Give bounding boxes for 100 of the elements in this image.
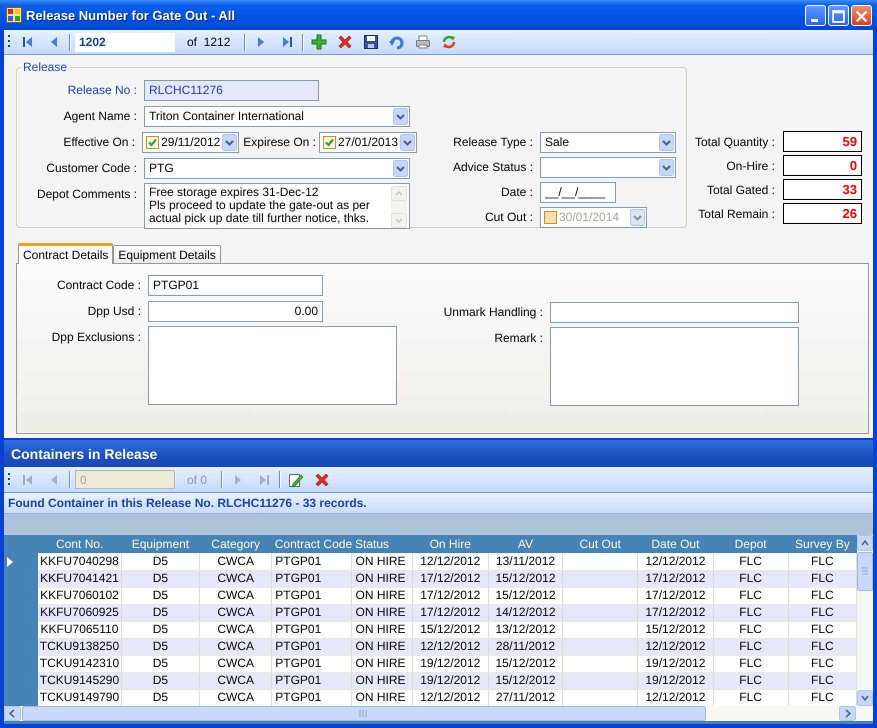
table-cell: FLC <box>811 639 834 653</box>
table-cell: PTGP01 <box>275 673 322 687</box>
combo-box[interactable]: PTG <box>144 158 410 178</box>
table-cell: 17/12/2012 <box>420 571 480 585</box>
plus-icon <box>311 34 328 50</box>
table-cell: FLC <box>811 690 834 704</box>
field-label: Depot Comments : <box>36 186 138 201</box>
total-label: Total Remain : <box>697 206 775 222</box>
number-field[interactable]: 0.00 <box>148 300 323 322</box>
text-field[interactable]: RLCHC11276 <box>144 80 319 100</box>
table-cell: PTGP01 <box>275 588 322 602</box>
minimize-icon <box>811 18 818 22</box>
table-cell: 15/12/2012 <box>495 588 556 602</box>
table-cell: ON HIRE <box>355 571 406 585</box>
app-icon <box>6 7 22 23</box>
table-cell: ON HIRE <box>355 605 406 619</box>
table-cell: CWCA <box>217 690 254 704</box>
table-cell: CWCA <box>217 639 254 653</box>
table-cell: KKFU7065110 <box>40 622 118 636</box>
table-cell: ON HIRE <box>355 639 406 653</box>
date-field[interactable]: __/__/____ <box>540 182 616 202</box>
close-button[interactable] <box>851 4 872 26</box>
table-cell: D5 <box>152 673 168 687</box>
table-cell: CWCA <box>217 571 254 585</box>
record-number-field[interactable]: 1202 <box>75 32 175 52</box>
table-cell: PTGP01 <box>275 571 322 585</box>
field-label: Date : <box>500 185 534 199</box>
table-cell: 12/12/2012 <box>645 554 706 568</box>
table-cell: 27/11/2012 <box>496 690 556 704</box>
record-count: of 0 <box>187 472 208 486</box>
table-cell: CWCA <box>217 673 254 687</box>
record-count: of 1212 <box>187 35 230 49</box>
table-cell: TCKU9142310 <box>40 656 120 670</box>
minimize-button[interactable] <box>805 4 826 26</box>
combo-box[interactable]: Triton Container International <box>144 106 410 126</box>
text-area[interactable] <box>148 326 397 405</box>
chevron-icon <box>659 158 674 176</box>
table-cell: 15/12/2012 <box>495 656 556 670</box>
pencil-paper-icon <box>288 472 304 488</box>
table-cell: FLC <box>739 673 762 687</box>
date-picker[interactable]: 29/11/2012 <box>142 132 240 152</box>
field-label: Dpp Exclusions : <box>50 329 142 344</box>
field-label: Release No : <box>66 83 138 97</box>
chevron-icon <box>393 160 408 176</box>
field-label: Cut Out : <box>484 210 534 224</box>
combo-box[interactable]: Sale <box>540 132 676 152</box>
table-cell: ON HIRE <box>355 554 406 568</box>
table-cell: FLC <box>811 656 834 670</box>
table-cell: CWCA <box>217 622 254 636</box>
table-cell: TCKU9149790 <box>40 690 120 704</box>
table-cell: 12/12/2012 <box>420 639 480 653</box>
total-value: 26 <box>783 203 862 224</box>
vertical-scrollbar[interactable] <box>857 535 873 706</box>
table-cell: PTGP01 <box>275 656 322 670</box>
table-cell: FLC <box>739 656 762 670</box>
date-picker[interactable]: 27/01/2013 <box>319 132 417 152</box>
field-label: Expirese On : <box>242 135 317 149</box>
text-field[interactable] <box>550 302 799 322</box>
text-area[interactable] <box>550 327 799 406</box>
table-cell: FLC <box>811 554 834 568</box>
tab[interactable]: Contract Details <box>18 243 114 264</box>
table-cell: CWCA <box>217 588 254 602</box>
total-label: On-Hire : <box>725 158 775 174</box>
window-title: Release Number for Gate Out - All <box>26 8 236 22</box>
chevron-icon <box>393 108 408 124</box>
text-field[interactable]: PTGP01 <box>148 274 323 296</box>
table-cell: 15/12/2012 <box>495 673 556 687</box>
horizontal-scrollbar[interactable] <box>4 706 873 721</box>
field-label: Release Type : <box>452 135 534 149</box>
checkbox[interactable] <box>146 136 160 148</box>
skip-forward-icon <box>280 35 294 49</box>
table-cell: CWCA <box>217 656 254 670</box>
table-cell: 12/12/2012 <box>420 690 480 704</box>
text-area[interactable]: Free storage expires 31-Dec-12 Pls proceed to update the gate-out as per actual pick up date till further notice, thks. <box>144 183 410 229</box>
table-cell: FLC <box>739 639 762 653</box>
chevron-icon <box>630 208 645 226</box>
combo-box[interactable] <box>540 156 676 178</box>
field-label: Advice Status : <box>452 160 534 174</box>
table-cell: FLC <box>811 605 834 619</box>
tab[interactable]: Equipment Details <box>113 245 221 263</box>
field-label: Unmark Handling : <box>442 305 544 319</box>
total-value: 0 <box>783 155 862 176</box>
chevron-icon <box>659 134 674 150</box>
total-label: Total Quantity : <box>694 134 775 150</box>
maximize-button[interactable] <box>828 4 849 26</box>
table-cell: D5 <box>152 690 168 704</box>
table-cell: CWCA <box>217 605 254 619</box>
group-legend: Release <box>21 60 70 74</box>
table-cell: TCKU9145290 <box>40 673 120 687</box>
table-cell: 17/12/2012 <box>645 588 706 602</box>
table-cell: KKFU7060102 <box>40 588 119 602</box>
table-cell: FLC <box>739 588 762 602</box>
table-cell: FLC <box>739 690 762 704</box>
total-value: 33 <box>783 179 862 200</box>
table-cell: FLC <box>739 554 762 568</box>
table-cell: D5 <box>152 656 168 670</box>
checkbox[interactable] <box>323 136 336 148</box>
table-cell: 13/11/2012 <box>496 554 556 568</box>
table-cell: ON HIRE <box>355 690 406 704</box>
field-label: Contract Code : <box>56 278 142 292</box>
